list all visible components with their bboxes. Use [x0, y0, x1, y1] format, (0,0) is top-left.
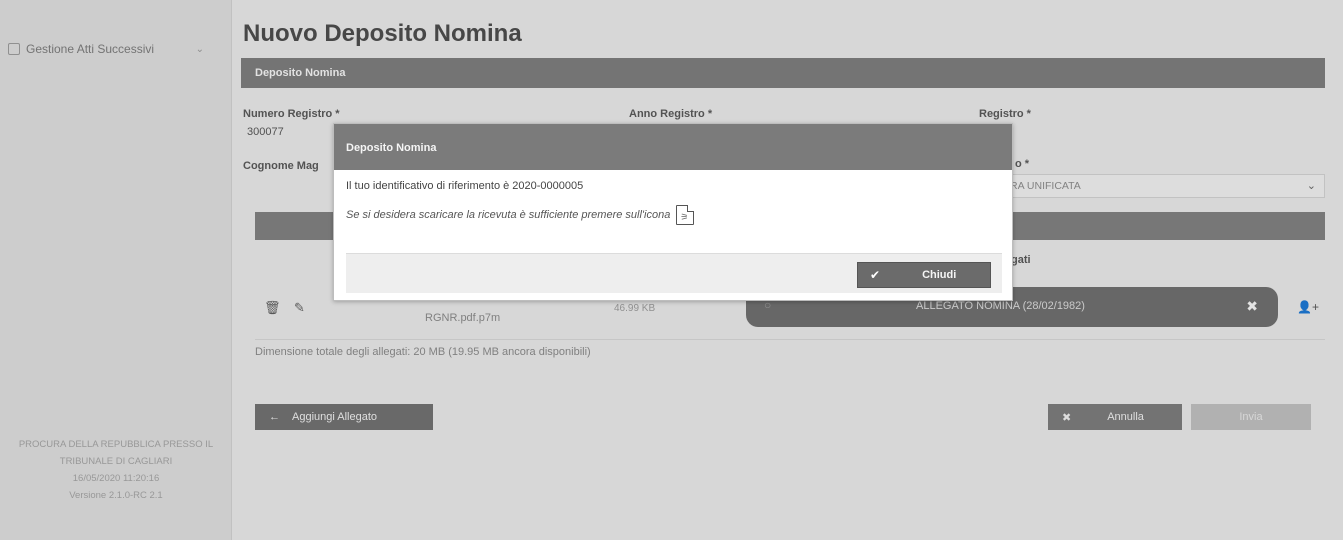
close-button-label: Chiudi	[922, 269, 957, 281]
modal-title: Deposito Nomina	[334, 124, 1012, 170]
close-button[interactable]: ✔ Chiudi	[857, 262, 991, 288]
modal-body: Il tuo identificativo di riferimento è 2…	[334, 170, 1012, 225]
modal-reference-text: Il tuo identificativo di riferimento è 2…	[346, 180, 584, 192]
deposito-nomina-modal: Deposito Nomina Il tuo identificativo di…	[333, 123, 1013, 301]
check-icon: ✔	[870, 268, 881, 282]
modal-download-text: Se si desidera scaricare la ricevuta è s…	[346, 209, 671, 221]
modal-download-hint: Se si desidera scaricare la ricevuta è s…	[346, 205, 1000, 225]
modal-footer: ✔ Chiudi	[346, 253, 1002, 293]
pdf-icon[interactable]: ⚞	[676, 205, 695, 225]
